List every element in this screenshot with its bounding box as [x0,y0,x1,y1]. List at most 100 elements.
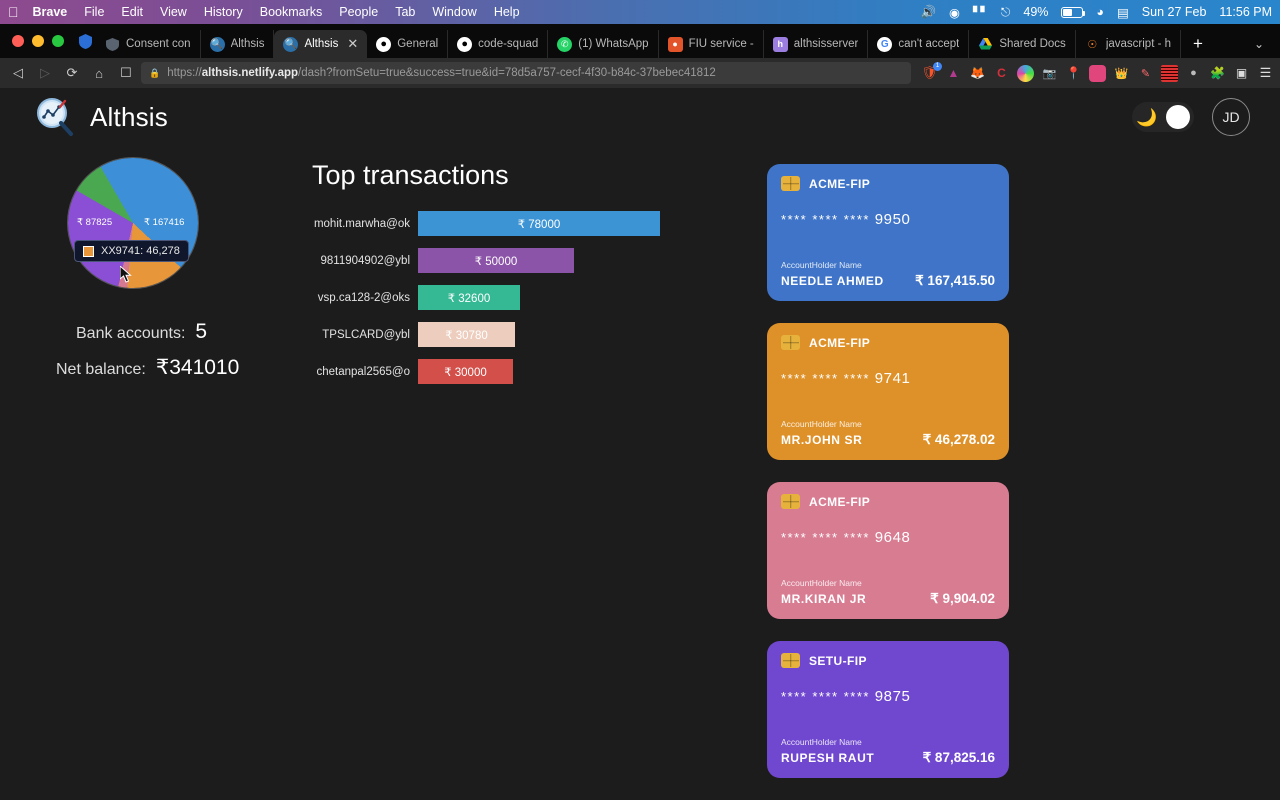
menubar-item-bookmarks[interactable]: Bookmarks [260,5,323,19]
tab-fiu-service[interactable]: ● FIU service - [659,30,764,58]
tab-whatsapp[interactable]: ✆ (1) WhatsApp [548,30,659,58]
menubar-item-brave[interactable]: Brave [33,5,68,19]
forward-button[interactable]: ▷ [33,61,57,85]
brave-icon [105,37,120,52]
chip-icon [781,653,800,668]
card-number-mask: **** **** **** [781,689,870,704]
tab-label: General [397,38,439,50]
avatar[interactable]: JD [1212,98,1250,136]
airplay-icon[interactable]: ▤ [1117,5,1129,20]
menubar-item-file[interactable]: File [84,5,104,19]
home-button[interactable]: ⌂ [87,61,111,85]
tab-cant-accept[interactable]: G can't accept [868,30,970,58]
transaction-row: chetanpal2565@o ₹ 30000 [300,359,745,384]
account-stats: Bank accounts: 5 Net balance: ₹341010 [8,320,300,380]
new-tab-button[interactable]: + [1181,30,1215,58]
transaction-bar[interactable]: ₹ 78000 [418,211,660,236]
volume-icon[interactable]: 🔊 [920,5,936,20]
card-fip-label: SETU-FIP [809,653,867,668]
account-card[interactable]: SETU-FIP **** **** **** 9875 AccountHold… [767,641,1009,778]
back-button[interactable]: ◁ [6,61,30,85]
control-center-icon[interactable]: ▘▘ [973,6,989,19]
wifi-icon[interactable]: ◕ [1096,5,1104,19]
transaction-bar[interactable]: ₹ 30780 [418,322,515,347]
tab-strip: Consent con 🔍 Althsis 🔍 Althsis ✕ ● Gene… [0,24,1280,58]
tab-label: can't accept [898,38,960,50]
location-icon[interactable]: 📍 [1065,65,1082,82]
phantom-icon[interactable] [1089,64,1106,82]
pencil-icon[interactable]: ✎ [1137,65,1154,82]
menubar-item-window[interactable]: Window [432,5,476,19]
usb-icon[interactable]: ● [1185,65,1202,82]
transaction-bar[interactable]: ₹ 50000 [418,248,574,273]
camera-icon[interactable]: 📷 [1041,65,1058,82]
puzzle-icon[interactable]: 🧩 [1209,65,1226,82]
menubar-item-tab[interactable]: Tab [395,5,415,19]
bank-accounts-stat: Bank accounts: 5 [18,320,300,344]
battery-icon[interactable] [1061,6,1086,18]
menubar-date[interactable]: Sun 27 Feb [1142,5,1207,19]
transaction-row: 9811904902@ybl ₹ 50000 [300,248,745,273]
url-address-bar[interactable]: 🔒 https://althsis.netlify.app/dash?fromS… [141,62,911,84]
drive-icon [978,37,993,52]
transaction-bar[interactable]: ₹ 32600 [418,285,520,310]
menubar-time[interactable]: 11:56 PM [1219,5,1272,19]
brave-rewards-icon[interactable]: 🛡 1 [921,61,942,82]
card-footer: AccountHolder Name MR.KIRAN JR ₹ 9,904.0… [781,578,995,607]
reload-button[interactable]: ⟳ [60,61,84,85]
app-header: Althsis 🌙 JD [0,88,1280,146]
account-card[interactable]: ACME-FIP **** **** **** 9950 AccountHold… [767,164,1009,301]
grid-icon[interactable] [1161,64,1178,82]
transaction-payee: TPSLCARD@ybl [322,328,410,341]
tab-althsis-1[interactable]: 🔍 Althsis [201,30,275,58]
tab-label: Althsis [230,38,265,50]
c-icon[interactable]: C [993,65,1010,82]
pie-label-purple: ₹ 87825 [77,217,113,228]
menubar-item-view[interactable]: View [160,5,187,19]
close-window-button[interactable] [12,35,24,47]
transaction-bar[interactable]: ₹ 30000 [418,359,513,384]
tab-consent[interactable]: Consent con [96,30,201,58]
menubar-item-edit[interactable]: Edit [121,5,143,19]
tab-javascript[interactable]: ☉ javascript - h [1076,30,1181,58]
bluetooth-off-icon[interactable]: ⎋ [1001,5,1011,20]
wallet-icon[interactable]: ▣ [1233,65,1250,82]
photos-icon[interactable] [1017,64,1034,82]
althsis-logo-icon[interactable] [34,96,76,138]
tab-althsisserver[interactable]: h althsisserver [764,30,869,58]
tab-code-squad[interactable]: ● code-squad [448,30,549,58]
tab-search-chevron-down-icon[interactable]: ⌄ [1238,30,1280,58]
brave-triangle-icon[interactable]: ▲ [945,65,962,82]
menubar-item-history[interactable]: History [204,5,243,19]
brave-shield-icon[interactable] [74,24,96,58]
menubar-item-people[interactable]: People [339,5,378,19]
google-icon: G [877,36,893,52]
metamask-icon[interactable]: 🦊 [969,65,986,82]
tab-althsis-active[interactable]: 🔍 Althsis ✕ [274,30,368,58]
card-last4: 9648 [874,529,911,546]
minimize-window-button[interactable] [32,35,44,47]
bookmark-button[interactable]: ☐ [114,61,138,85]
transaction-row: mohit.marwha@ok ₹ 78000 [300,211,745,236]
keeper-icon[interactable]: 👑 [1113,65,1130,82]
tab-shared-docs[interactable]: Shared Docs [969,30,1076,58]
menu-icon[interactable]: ☰ [1257,65,1274,82]
card-number: **** **** **** 9875 [781,688,995,705]
card-amount: ₹ 46,278.02 [922,432,995,447]
maximize-window-button[interactable] [52,35,64,47]
tab-general[interactable]: ● General [367,30,449,58]
card-number: **** **** **** 9950 [781,211,995,228]
lock-icon: 🔒 [149,67,161,78]
accounts-pie-chart[interactable]: ₹ 167416 ₹ 87825 XX9741: 46,278 [68,158,198,288]
tab-label: FIU service - [688,38,754,50]
card-number-mask: **** **** **** [781,371,870,386]
account-card[interactable]: ACME-FIP **** **** **** 9741 AccountHold… [767,323,1009,460]
screen-record-icon[interactable]: ◉ [949,5,960,20]
card-last4: 9741 [874,370,911,387]
apple-menu-icon[interactable]:  [8,5,19,19]
card-header: ACME-FIP [781,494,995,509]
dark-mode-toggle[interactable]: 🌙 [1132,102,1194,132]
menubar-item-help[interactable]: Help [494,5,520,19]
account-card[interactable]: ACME-FIP **** **** **** 9648 AccountHold… [767,482,1009,619]
close-tab-icon[interactable]: ✕ [347,36,358,52]
